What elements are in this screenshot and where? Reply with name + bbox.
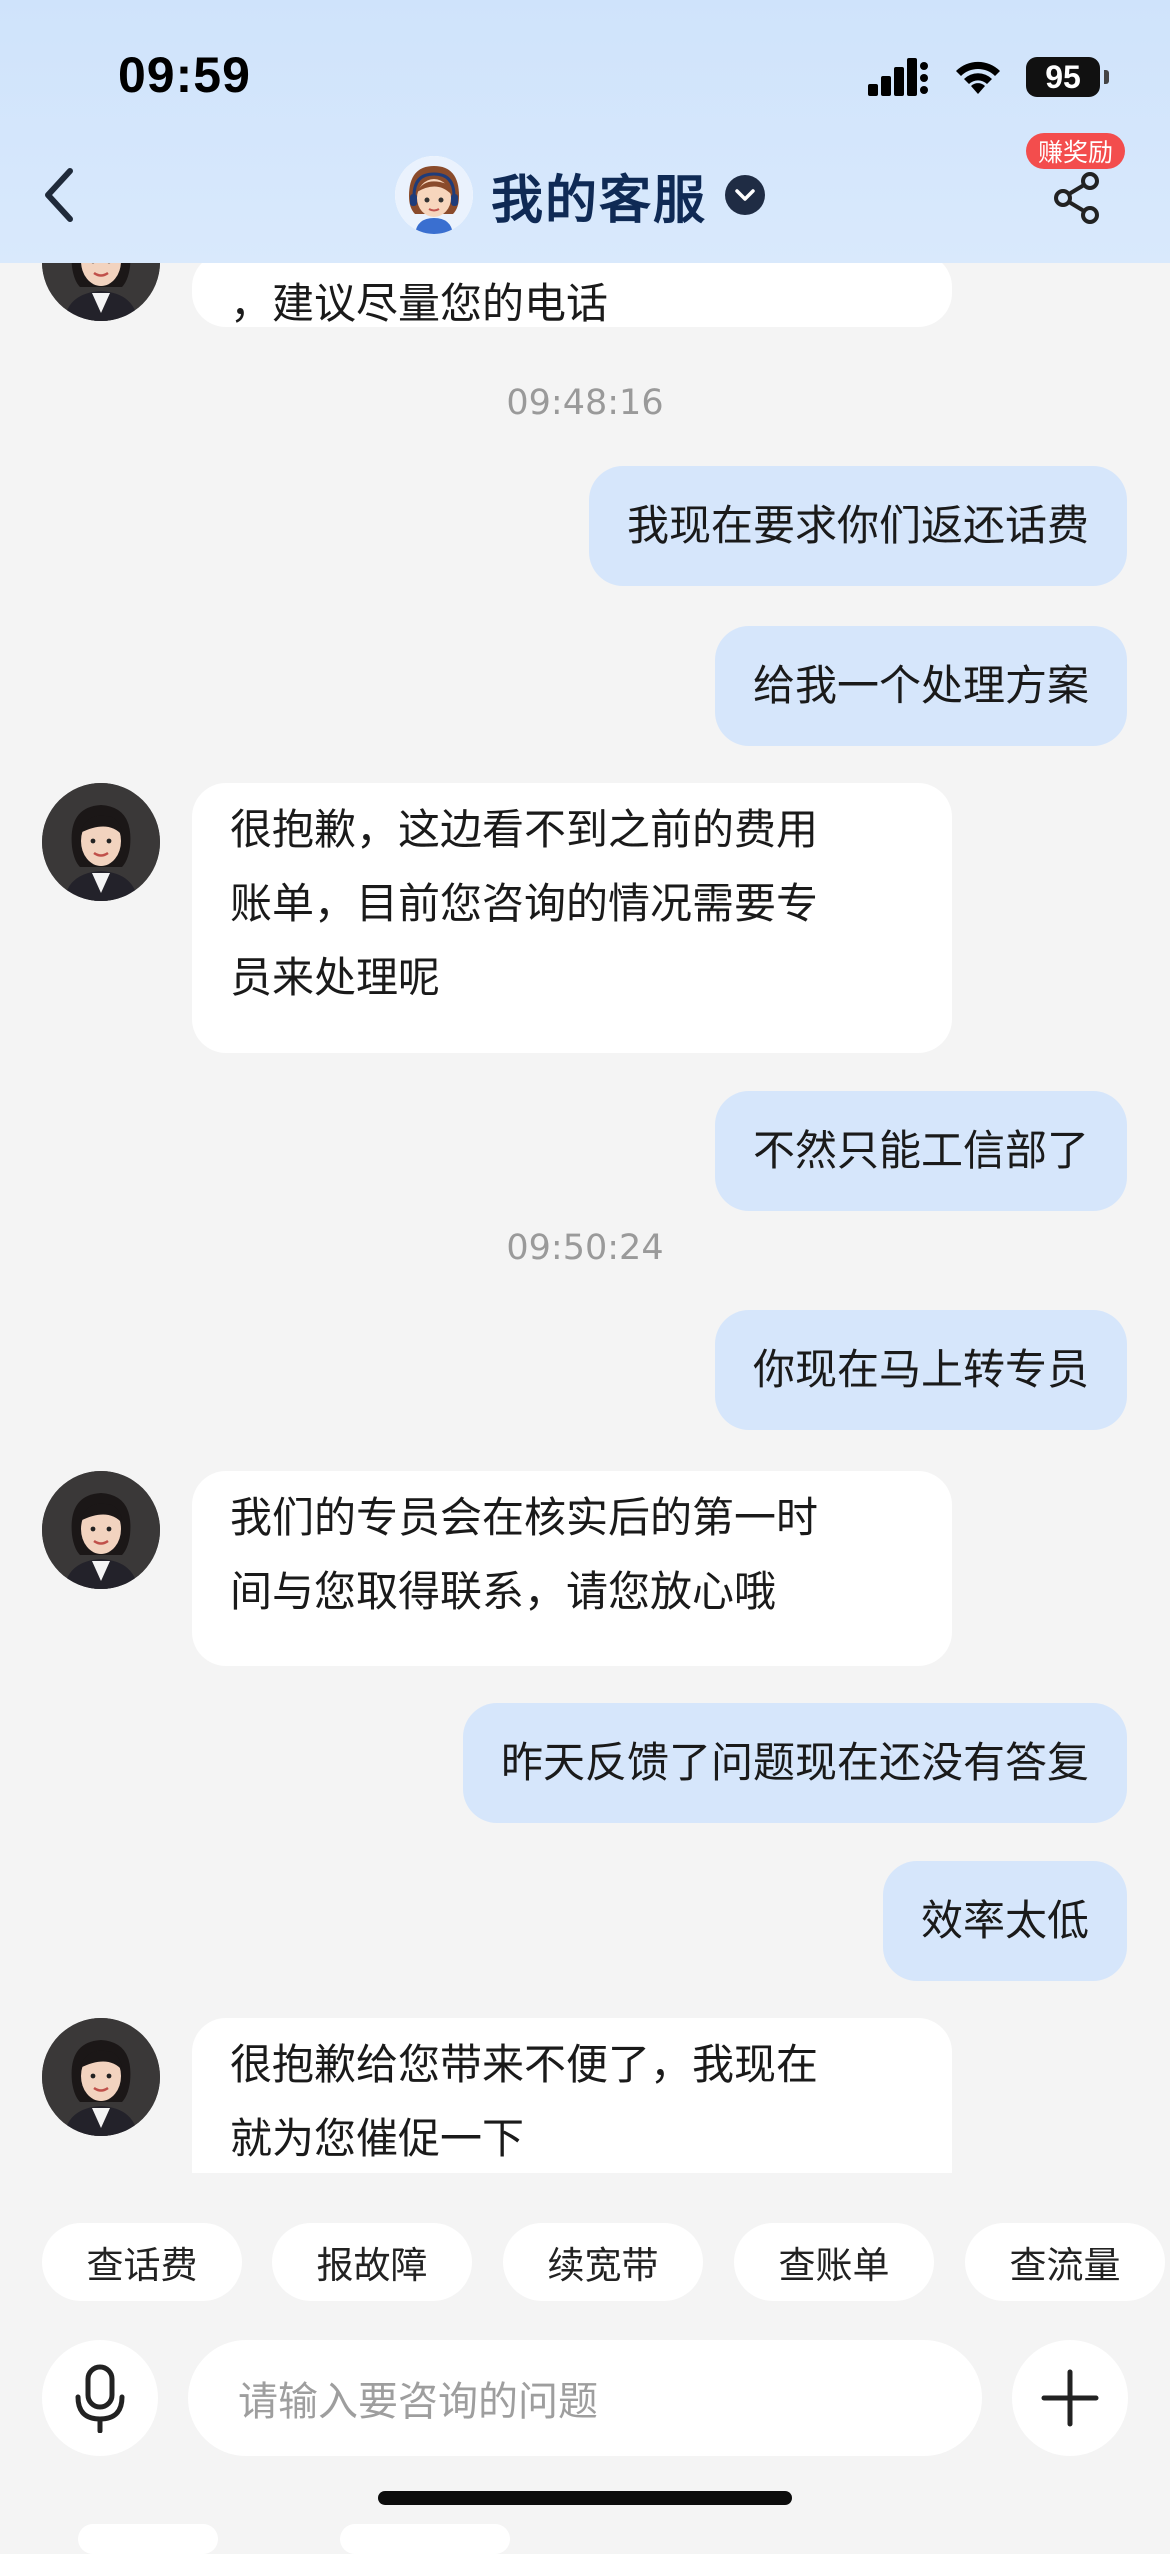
- quick-reply-chip[interactable]: 查流量: [965, 2223, 1165, 2301]
- user-message: 你现在马上转专员: [715, 1310, 1127, 1430]
- home-indicator: [378, 2491, 792, 2505]
- chevron-left-icon[interactable]: [38, 165, 82, 225]
- agent-avatar: [42, 783, 160, 901]
- chat-title[interactable]: 我的客服: [395, 155, 765, 235]
- plus-icon: [1040, 2368, 1100, 2428]
- user-message: 给我一个处理方案: [715, 626, 1127, 746]
- quick-reply-chip[interactable]: 查话费: [42, 2223, 242, 2301]
- reward-badge[interactable]: 赚奖励: [1026, 133, 1125, 169]
- agent-message: ，建议尽量您的电话: [192, 263, 952, 327]
- agent-avatar: [42, 2018, 160, 2136]
- chevron-down-icon[interactable]: [725, 175, 765, 215]
- user-message: 昨天反馈了问题现在还没有答复: [463, 1703, 1127, 1823]
- quick-reply-chip[interactable]: 续宽带: [503, 2223, 703, 2301]
- status-time: 09:59: [118, 46, 251, 104]
- message-line: 很抱歉给您带来不便了，我现在: [230, 2028, 914, 2102]
- page-title: 我的客服: [491, 158, 707, 233]
- message-line: 员来处理呢: [230, 941, 914, 1015]
- agent-message: 很抱歉，这边看不到之前的费用 账单，目前您咨询的情况需要专 员来处理呢: [192, 783, 952, 1053]
- cellular-signal-icon: [868, 58, 930, 96]
- agent-avatar: [42, 1471, 160, 1589]
- user-message: 不然只能工信部了: [715, 1091, 1127, 1211]
- top-bar: 09:59 95: [0, 0, 1170, 263]
- agent-message: 我们的专员会在核实后的第一时 间与您取得联系，请您放心哦: [192, 1471, 952, 1666]
- share-icon[interactable]: [1050, 170, 1106, 226]
- message-line: 很抱歉，这边看不到之前的费用: [230, 793, 914, 867]
- status-icons: 95: [868, 52, 1100, 102]
- service-avatar: [395, 156, 473, 234]
- voice-button[interactable]: [42, 2340, 158, 2456]
- message-line: ，建议尽量您的电话: [230, 279, 608, 328]
- message-line: 间与您取得联系，请您放心哦: [230, 1555, 914, 1629]
- quick-reply-chip[interactable]: 报故障: [272, 2223, 472, 2301]
- agent-photo-icon: [42, 263, 160, 321]
- agent-avatar: [42, 263, 160, 321]
- message-input[interactable]: 请输入要咨询的问题: [188, 2340, 982, 2456]
- user-message: 效率太低: [883, 1861, 1127, 1981]
- agent-avatar-icon: [395, 156, 473, 234]
- wifi-icon: [952, 58, 1004, 96]
- agent-photo-icon: [42, 783, 160, 901]
- timestamp: 09:48:16: [0, 383, 1170, 423]
- message-line: 我们的专员会在核实后的第一时: [230, 1481, 914, 1555]
- message-line: 账单，目前您咨询的情况需要专: [230, 867, 914, 941]
- message-line: 就为您催促一下: [230, 2102, 914, 2173]
- quick-reply-chip[interactable]: 查账单: [734, 2223, 934, 2301]
- timestamp: 09:50:24: [0, 1228, 1170, 1268]
- microphone-icon: [72, 2363, 128, 2433]
- add-button[interactable]: [1012, 2340, 1128, 2456]
- agent-message: 很抱歉给您带来不便了，我现在 就为您催促一下: [192, 2018, 952, 2173]
- chat-area[interactable]: ，建议尽量您的电话 09:48:16 我现在要求你们返还话费 给我一个处理方案 …: [0, 263, 1170, 2173]
- battery-indicator: 95: [1026, 57, 1100, 97]
- next-row-peek: [340, 2524, 510, 2554]
- agent-photo-icon: [42, 2018, 160, 2136]
- next-row-peek: [78, 2524, 218, 2554]
- user-message: 我现在要求你们返还话费: [589, 466, 1127, 586]
- agent-photo-icon: [42, 1471, 160, 1589]
